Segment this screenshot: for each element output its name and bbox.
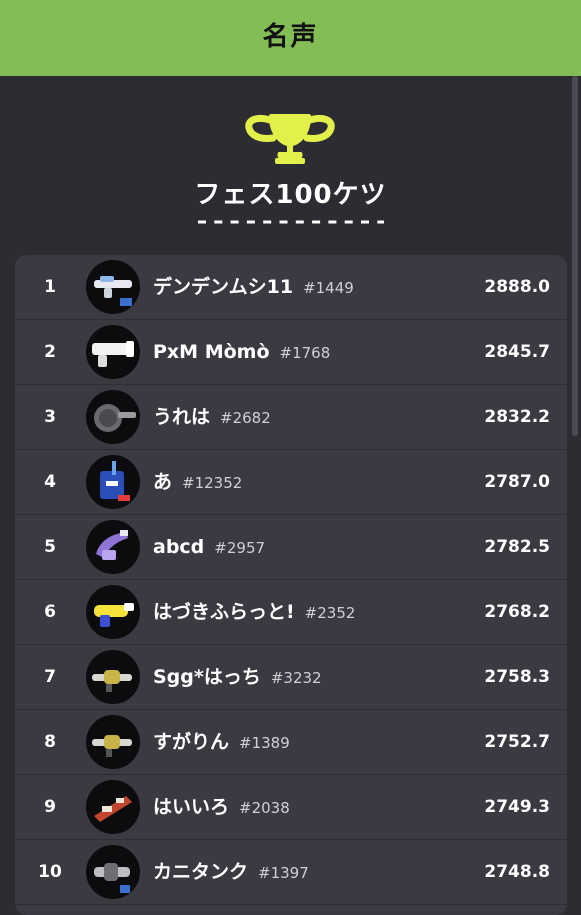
- player-tag: #12352: [182, 474, 243, 492]
- player-name-group: うれは #2682: [153, 385, 271, 449]
- trophy-icon: [245, 114, 335, 164]
- power-score: 2787.0: [484, 472, 550, 492]
- player-tag: #1397: [258, 864, 309, 882]
- player-tag: #2682: [220, 409, 271, 427]
- player-name: Sgg*はっち: [153, 666, 261, 688]
- rank-number: 2: [44, 342, 56, 362]
- power-score: 2832.2: [484, 407, 550, 427]
- player-name: あ: [153, 471, 173, 493]
- title-underline: [198, 220, 384, 224]
- player-name: PxM Mòmò: [153, 341, 270, 363]
- leaderboard-row[interactable]: 2 PxM Mòmò #1768 2845.7: [15, 320, 567, 385]
- rank-number: 5: [44, 537, 56, 557]
- splattershot-icon: [86, 325, 140, 379]
- frying-pan-icon: [86, 390, 140, 444]
- player-name-group: あ #12352: [153, 450, 242, 514]
- power-score: 2748.8: [484, 862, 550, 882]
- player-name-group: はいいろ #2038: [153, 775, 290, 839]
- player-tag: #2038: [239, 799, 290, 817]
- player-name: カニタンク: [153, 861, 249, 883]
- power-score: 2749.3: [484, 797, 550, 817]
- power-score: 2758.3: [484, 667, 550, 687]
- player-name-group: カニタンク #1397: [153, 840, 309, 904]
- player-name: デンデンムシ11: [153, 276, 294, 298]
- player-name: abcd: [153, 536, 205, 558]
- player-tag: #1389: [239, 734, 290, 752]
- player-name-group: Sgg*はっち #3232: [153, 645, 322, 709]
- rank-number: 6: [44, 602, 56, 622]
- power-score: 2888.0: [484, 277, 550, 297]
- rank-number: 9: [44, 797, 56, 817]
- leaderboard-row[interactable]: 8 すがりん #1389 2752.7: [15, 710, 567, 775]
- rank-number: 1: [44, 277, 56, 297]
- player-tag: #2957: [214, 539, 266, 557]
- leaderboard-row[interactable]: 9 はいいろ #2038 2749.3: [15, 775, 567, 840]
- leaderboard-row[interactable]: 3 うれは #2682 2832.2: [15, 385, 567, 450]
- squiffer-icon: [86, 715, 140, 769]
- festival-title: フェス100ケツ: [194, 180, 387, 210]
- player-name-group: はづきふらっと! #2352: [153, 580, 355, 644]
- rank-number: 4: [44, 472, 56, 492]
- leaderboard-row[interactable]: 6 はづきふらっと! #2352 2768.2: [15, 580, 567, 645]
- rank-number: 10: [38, 862, 62, 882]
- player-name: すがりん: [153, 731, 230, 753]
- player-name-group: abcd #2957: [153, 515, 265, 579]
- power-score: 2752.7: [484, 732, 550, 752]
- leaderboard-row[interactable]: 4 あ #12352 2787.0: [15, 450, 567, 515]
- player-name-group: すがりん #1389: [153, 710, 290, 774]
- hydra-splatling-icon: [86, 520, 140, 574]
- player-tag: #1449: [303, 279, 354, 297]
- power-score: 2845.7: [484, 342, 550, 362]
- scrollbar[interactable]: [572, 76, 578, 436]
- player-name: はいいろ: [153, 796, 230, 818]
- aerospray-icon: [86, 585, 140, 639]
- leaderboard-row[interactable]: 10 カニタンク #1397 2748.8: [15, 840, 567, 905]
- player-name-group: デンデンムシ11 #1449: [153, 255, 354, 319]
- blaster-icon: [86, 780, 140, 834]
- player-name-group: PxM Mòmò #1768: [153, 320, 330, 384]
- squiffer-icon: [86, 650, 140, 704]
- leaderboard: 1 デンデンムシ11 #1449 2888.0 2 PxM Mòmò #1768 2…: [15, 255, 567, 915]
- rank-number: 3: [44, 407, 56, 427]
- player-name: はづきふらっと!: [153, 601, 295, 623]
- player-tag: #2352: [304, 604, 356, 622]
- player-tag: #3232: [270, 669, 322, 687]
- player-tag: #1768: [279, 344, 331, 362]
- page-title: 名声: [262, 21, 319, 52]
- player-name: うれは: [153, 406, 211, 428]
- power-score: 2768.2: [484, 602, 550, 622]
- splatling-icon: [86, 845, 140, 899]
- leaderboard-row[interactable]: 5 abcd #2957 2782.5: [15, 515, 567, 580]
- leaderboard-row[interactable]: 7 Sgg*はっち #3232 2758.3: [15, 645, 567, 710]
- rank-number: 8: [44, 732, 56, 752]
- splat-charger-icon: [86, 260, 140, 314]
- leaderboard-row[interactable]: 1 デンデンムシ11 #1449 2888.0: [15, 255, 567, 320]
- header-bar: 名声: [0, 0, 581, 76]
- rank-number: 7: [44, 667, 56, 687]
- power-score: 2782.5: [484, 537, 550, 557]
- bucket-icon: [86, 455, 140, 509]
